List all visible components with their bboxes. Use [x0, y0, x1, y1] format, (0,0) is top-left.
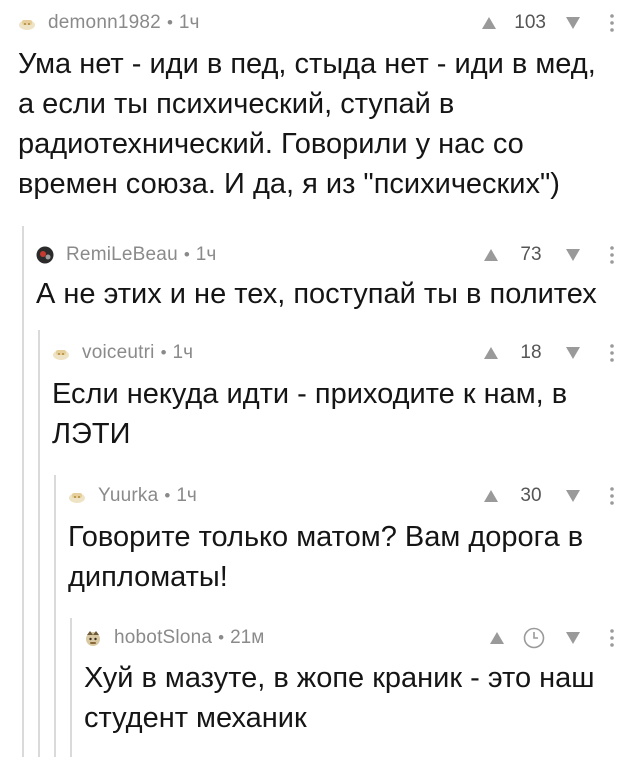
upvote-icon[interactable]: [480, 485, 502, 507]
comment-text: Хуй в мазуте, в жопе краник - это наш ст…: [84, 662, 595, 734]
upvote-icon[interactable]: [478, 12, 500, 34]
comment-meta: RemiLeBeau • 1ч 73: [36, 240, 620, 270]
comment-author[interactable]: hobotSlona: [114, 627, 212, 649]
downvote-icon[interactable]: [562, 244, 584, 266]
comment-meta: Yuurka • 1ч 30: [68, 481, 620, 511]
comment-author[interactable]: Yuurka: [98, 485, 158, 507]
thread-line[interactable]: [22, 226, 24, 757]
clock-icon: [522, 626, 546, 650]
comment-meta: demonn1982 • 1ч 103: [18, 8, 620, 38]
comment-author[interactable]: RemiLeBeau: [66, 244, 178, 266]
upvote-icon[interactable]: [480, 342, 502, 364]
user-avatar-icon[interactable]: [84, 629, 102, 647]
default-avatar-icon[interactable]: [52, 344, 70, 362]
thread-line[interactable]: [70, 618, 72, 757]
comment-meta: voiceutri • 1ч 18: [52, 338, 620, 368]
downvote-icon[interactable]: [562, 627, 584, 649]
default-avatar-icon[interactable]: [18, 14, 36, 32]
comment-text: Если некуда идти - приходите к нам, в ЛЭ…: [52, 378, 568, 450]
upvote-icon[interactable]: [486, 627, 508, 649]
more-options-icon[interactable]: [604, 627, 620, 649]
comment-time: 1ч: [176, 485, 197, 506]
comment-score: 30: [520, 485, 542, 506]
comment-text: Говорите только матом? Вам дорога в дипл…: [68, 521, 584, 593]
vote-controls: 103: [478, 12, 620, 34]
comment: demonn1982 • 1ч 103 Ума нет - иди в пед,…: [18, 0, 620, 220]
comment: hobotSlona • 21м Хуй в мазуте, в жопе кр…: [70, 618, 620, 757]
comment-score: 103: [514, 12, 546, 33]
comment-meta: hobotSlona • 21м: [84, 623, 620, 653]
downvote-icon[interactable]: [562, 342, 584, 364]
comment-author[interactable]: demonn1982: [48, 12, 161, 34]
comment-time: 1ч: [178, 12, 200, 33]
more-options-icon[interactable]: [604, 485, 620, 507]
comment-text: Ума нет - иди в пед, стыда нет - иди в м…: [18, 48, 596, 200]
default-avatar-icon[interactable]: [68, 487, 86, 505]
comment-score: 18: [520, 342, 542, 363]
vote-controls: 18: [480, 342, 620, 364]
comment-time: 1ч: [195, 244, 217, 265]
more-options-icon[interactable]: [604, 244, 620, 266]
meta-separator: •: [164, 486, 171, 505]
meta-separator: •: [160, 343, 167, 362]
more-options-icon[interactable]: [604, 12, 620, 34]
vote-controls: [486, 626, 620, 650]
thread-line[interactable]: [38, 330, 40, 757]
downvote-icon[interactable]: [562, 12, 584, 34]
comment-time: 1ч: [172, 342, 193, 363]
downvote-icon[interactable]: [562, 485, 584, 507]
meta-separator: •: [166, 13, 173, 32]
comment-text: А не этих и не тех, поступай ты в полите…: [36, 278, 597, 310]
upvote-icon[interactable]: [480, 244, 502, 266]
more-options-icon[interactable]: [604, 342, 620, 364]
vote-controls: 73: [480, 244, 620, 266]
meta-separator: •: [183, 245, 190, 264]
thread-line[interactable]: [54, 475, 56, 757]
comment-time: 21м: [230, 627, 265, 648]
comment-score: 73: [520, 244, 542, 265]
comment-author[interactable]: voiceutri: [82, 342, 155, 364]
user-avatar-icon[interactable]: [36, 246, 54, 264]
meta-separator: •: [218, 628, 225, 647]
vote-controls: 30: [480, 485, 620, 507]
